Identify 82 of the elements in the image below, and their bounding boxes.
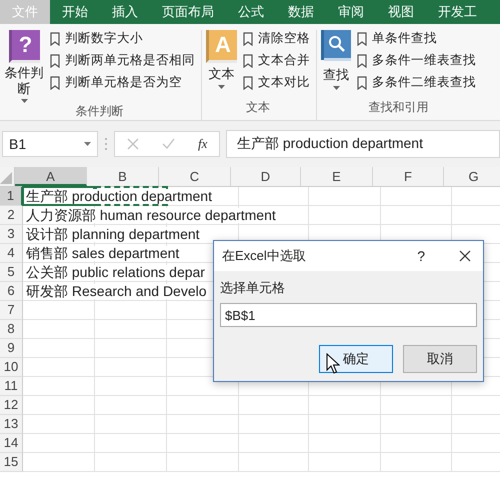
ribbon-command[interactable]: 判断数字大小	[50, 30, 195, 47]
ribbon-big-button[interactable]: A 文本	[206, 30, 237, 99]
row-header[interactable]: 7	[0, 301, 23, 320]
bookmark-icon	[243, 32, 253, 46]
ribbon-tab[interactable]: 审阅	[326, 0, 376, 24]
help-book-icon: ?	[8, 30, 40, 63]
bookmark-icon	[357, 76, 367, 90]
bookmark-icon	[357, 32, 367, 46]
row-header[interactable]: 11	[0, 377, 23, 396]
cell-text: 生产部 production department	[26, 189, 213, 204]
caret-icon	[332, 86, 340, 90]
close-icon[interactable]	[459, 250, 471, 262]
caret-icon	[218, 85, 225, 89]
row-header[interactable]: 10	[0, 358, 23, 377]
bookmark-icon	[50, 32, 60, 46]
caret-icon	[84, 142, 91, 146]
bookmark-icon	[243, 76, 253, 90]
column-header[interactable]: G	[444, 167, 500, 186]
group-label: 查找和引用	[368, 99, 430, 116]
bookmark-icon	[357, 54, 367, 68]
search-book-icon	[321, 30, 351, 62]
ribbon-tab[interactable]: 开始	[50, 0, 100, 24]
cancel-icon[interactable]	[126, 138, 139, 150]
ribbon-tab[interactable]: 开发工	[426, 0, 489, 24]
row-header[interactable]: 12	[0, 396, 23, 415]
column-header[interactable]: A	[15, 167, 87, 186]
bookmark-icon	[50, 54, 60, 68]
name-box[interactable]: B1	[2, 131, 98, 157]
ribbon-tab[interactable]: 视图	[376, 0, 426, 24]
ribbon-command[interactable]: 清除空格	[243, 30, 310, 47]
row-header[interactable]: 6	[0, 282, 23, 301]
cell-text: 销售部 sales department	[26, 246, 180, 261]
column-header[interactable]: C	[159, 167, 231, 186]
row-header[interactable]: 2	[0, 206, 23, 225]
bookmark-icon	[243, 54, 253, 68]
dialog-button[interactable]: 取消	[403, 345, 477, 373]
cell-text: 设计部 planning department	[26, 227, 201, 242]
ribbon-command[interactable]: 文本合并	[243, 52, 310, 69]
formula-field[interactable]: 生产部 production department	[226, 130, 500, 158]
check-icon[interactable]	[162, 138, 175, 150]
bookmark-icon	[50, 76, 60, 90]
row-header[interactable]: 14	[0, 434, 23, 453]
row-header[interactable]: 3	[0, 225, 23, 244]
column-header[interactable]: D	[231, 167, 301, 186]
ribbon-tab[interactable]: 公式	[226, 0, 276, 24]
caret-icon	[20, 99, 28, 103]
row-header[interactable]: 8	[0, 320, 23, 339]
ribbon-tab[interactable]: 页面布局	[150, 0, 226, 24]
ribbon-tab[interactable]: 数据	[276, 0, 326, 24]
ribbon-command[interactable]: 单条件查找	[357, 30, 476, 47]
column-header[interactable]: B	[87, 167, 159, 186]
ribbon-big-button[interactable]: 查找	[321, 30, 351, 99]
row-header[interactable]: 13	[0, 415, 23, 434]
row-header[interactable]: 1	[0, 187, 23, 206]
cell-text: 研发部 Research and Develo	[26, 284, 208, 299]
ribbon-command[interactable]: 判断单元格是否为空	[50, 74, 195, 91]
input-field[interactable]: $B$1	[220, 303, 477, 327]
row-header[interactable]: 15	[0, 453, 23, 472]
dialog-title: 在Excel中选取	[222, 247, 307, 265]
ribbon-command[interactable]: 多条件二维表查找	[357, 74, 476, 91]
group-label: 文本	[245, 99, 271, 116]
field-label: 选择单元格	[220, 279, 286, 297]
cursor-icon	[326, 353, 340, 375]
group-label: 条件判断	[74, 103, 124, 120]
insert-function-button[interactable]: fx	[198, 136, 208, 152]
cell-text: 公关部 public relations depar	[26, 265, 206, 280]
row-header[interactable]: 5	[0, 263, 23, 282]
ribbon-command[interactable]: 判断两单元格是否相同	[50, 52, 195, 69]
ribbon-tab[interactable]: 插入	[100, 0, 150, 24]
column-header[interactable]: E	[301, 167, 373, 186]
help-button[interactable]: ?	[417, 248, 425, 264]
letter-book-icon: A	[206, 30, 237, 63]
ribbon-command[interactable]: 文本对比	[243, 74, 310, 91]
ribbon-command[interactable]: 多条件一维表查找	[357, 52, 476, 69]
column-header[interactable]: F	[373, 167, 444, 186]
grip-icon	[104, 137, 108, 151]
dialog-button[interactable]: 确定	[319, 345, 393, 373]
ribbon-big-button[interactable]: ? 条件判断	[4, 30, 44, 103]
row-header[interactable]: 9	[0, 339, 23, 358]
row-header[interactable]: 4	[0, 244, 23, 263]
select-all-icon[interactable]	[0, 172, 12, 184]
cell-text: 人力资源部 human resource department	[26, 208, 277, 223]
